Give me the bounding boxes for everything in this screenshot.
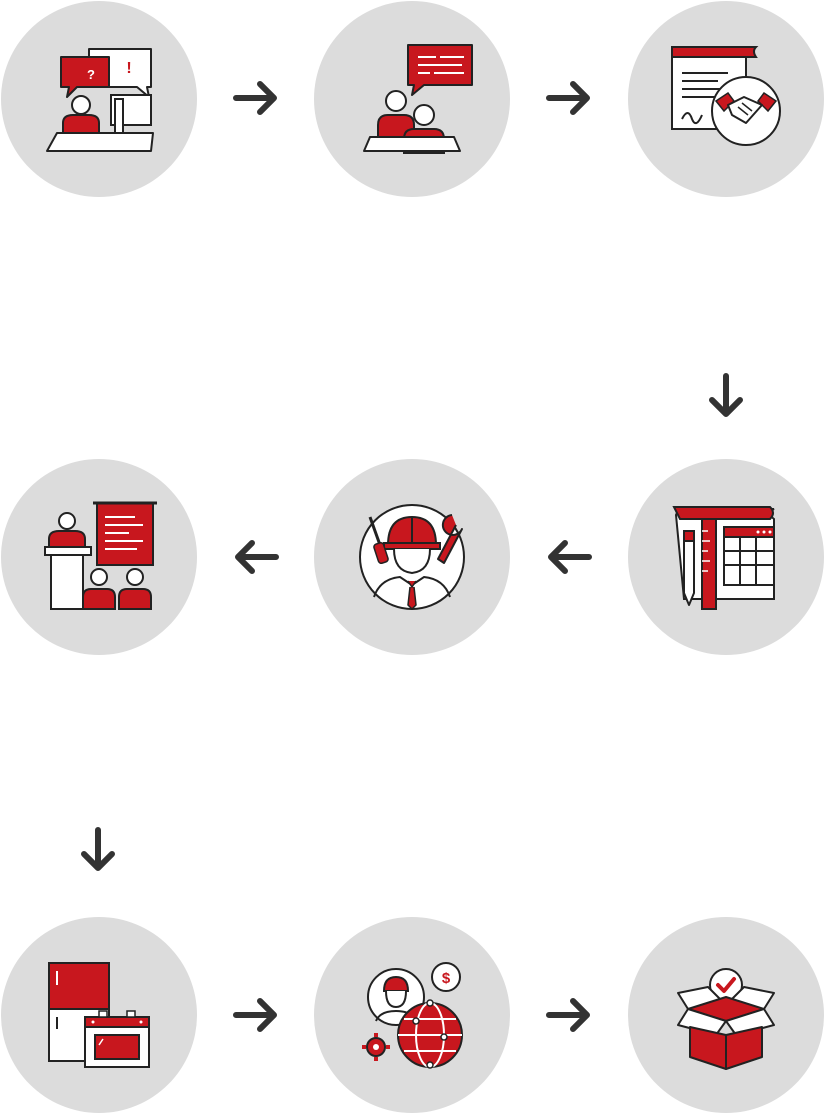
arrow-down xyxy=(702,372,750,420)
step-design xyxy=(628,459,824,655)
svg-text:$: $ xyxy=(442,970,451,987)
engineer-tools-icon xyxy=(359,504,465,611)
arrow-right xyxy=(232,74,280,122)
global-service-icon: $ xyxy=(362,962,463,1069)
design-planning-icon xyxy=(672,506,775,610)
step-engineering xyxy=(314,459,510,655)
arrow-right xyxy=(232,991,280,1039)
training-presentation-icon xyxy=(44,501,157,610)
arrow-left xyxy=(545,533,593,581)
step-service: $ xyxy=(314,917,510,1113)
arrow-right xyxy=(545,991,593,1039)
step-production xyxy=(1,917,197,1113)
delivery-box-icon xyxy=(677,968,775,1070)
consultation-chat-icon: ! ? xyxy=(46,48,154,152)
meeting-discussion-icon xyxy=(363,44,473,154)
step-consultation: ! ? xyxy=(1,1,197,197)
svg-text:?: ? xyxy=(87,67,95,82)
svg-text:!: ! xyxy=(126,60,131,77)
contract-handshake-icon xyxy=(671,46,781,146)
appliances-production-icon xyxy=(48,962,150,1068)
arrow-right xyxy=(545,74,593,122)
arrow-down xyxy=(74,826,122,874)
step-meeting xyxy=(314,1,510,197)
arrow-left xyxy=(232,533,280,581)
step-delivery xyxy=(628,917,824,1113)
step-contract xyxy=(628,1,824,197)
step-training xyxy=(1,459,197,655)
